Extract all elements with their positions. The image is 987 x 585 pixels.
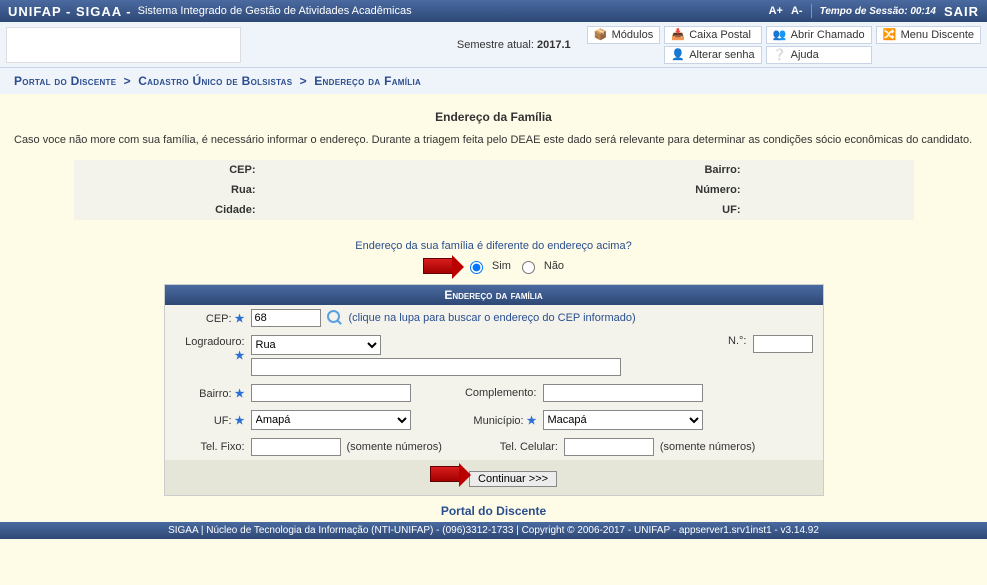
bairro-input[interactable] xyxy=(251,384,411,402)
tel-fixo-input[interactable] xyxy=(251,438,341,456)
ticket-icon: 👥 xyxy=(773,28,787,42)
modules-icon: 📦 xyxy=(594,28,608,42)
rua-value xyxy=(264,180,429,200)
footer: SIGAA | Núcleo de Tecnologia da Informaç… xyxy=(0,522,987,539)
form-numero-label: N.°: xyxy=(728,335,746,347)
form-logradouro-label: Logradouro:★ xyxy=(175,335,245,363)
portal-discente-link[interactable]: Portal do Discente xyxy=(441,504,546,518)
menu-discente-link[interactable]: 🔀 Menu Discente xyxy=(876,26,981,44)
content: Endereço da Família Caso voce não more c… xyxy=(0,94,987,518)
form-uf-label: UF: ★ xyxy=(175,414,245,427)
modulos-link[interactable]: 📦 Módulos xyxy=(587,26,661,44)
cep-hint: (clique na lupa para buscar o endereço d… xyxy=(349,312,636,324)
form-telcel-label: Tel. Celular: xyxy=(468,441,558,453)
top-links: 📦 Módulos 📥 Caixa Postal 👥 Abrir Chamado… xyxy=(587,26,981,64)
caixa-postal-link[interactable]: 📥 Caixa Postal xyxy=(664,26,761,44)
current-address-table: CEP: Bairro: Rua: Número: Cidade: UF: xyxy=(74,160,914,220)
top-bar: UNIFAP - SIGAA - Sistema Integrado de Ge… xyxy=(0,0,987,22)
form-municipio-label: Município: ★ xyxy=(447,414,537,427)
uf-select[interactable]: Amapá xyxy=(251,410,411,430)
cep-label: CEP: xyxy=(74,160,264,180)
session-time: 00:14 xyxy=(910,6,936,17)
radio-sim[interactable] xyxy=(470,261,483,274)
tel-cel-input[interactable] xyxy=(564,438,654,456)
font-increase-button[interactable]: A+ xyxy=(769,5,783,17)
radio-nao-label: Não xyxy=(544,260,564,272)
section-note: Caso voce não more com sua família, é ne… xyxy=(14,134,973,146)
radio-nao[interactable] xyxy=(522,261,535,274)
semester-value: 2017.1 xyxy=(537,39,571,51)
table-row: CEP: Bairro: xyxy=(74,160,914,180)
font-decrease-button[interactable]: A- xyxy=(791,5,803,17)
complemento-input[interactable] xyxy=(543,384,703,402)
breadcrumb-endereco: Endereço da Família xyxy=(314,74,421,88)
cidade-label: Cidade: xyxy=(74,200,264,220)
system-desc: Sistema Integrado de Gestão de Atividade… xyxy=(138,5,412,17)
alterar-senha-link[interactable]: 👤 Alterar senha xyxy=(664,46,761,64)
session-label: Tempo de Sessão: 00:14 xyxy=(820,6,936,17)
cep-value xyxy=(264,160,429,180)
address-question: Endereço da sua família é diferente do e… xyxy=(14,240,973,274)
uf-label: UF: xyxy=(429,200,749,220)
separator xyxy=(811,4,812,18)
breadcrumb: Portal do Discente > Cadastro Único de B… xyxy=(0,68,987,94)
arrow-icon xyxy=(430,466,460,482)
user-box xyxy=(6,27,241,63)
sub-bar: Semestre atual: 2017.1 📦 Módulos 📥 Caixa… xyxy=(0,22,987,68)
municipio-select[interactable]: Macapá xyxy=(543,410,703,430)
system-abbr: UNIFAP - SIGAA - xyxy=(8,4,132,19)
ajuda-link[interactable]: ❔ Ajuda xyxy=(766,46,872,64)
numero-input[interactable] xyxy=(753,335,813,353)
continue-row: Continuar >>> xyxy=(165,460,823,495)
rua-label: Rua: xyxy=(74,180,264,200)
breadcrumb-cadastro[interactable]: Cadastro Único de Bolsistas xyxy=(138,74,292,88)
abrir-chamado-link[interactable]: 👥 Abrir Chamado xyxy=(766,26,872,44)
uf-value xyxy=(749,200,914,220)
section-title: Endereço da Família xyxy=(14,110,973,124)
cidade-value xyxy=(264,200,429,220)
cep-input[interactable] xyxy=(251,309,321,327)
mailbox-icon: 📥 xyxy=(671,28,685,42)
form-telfixo-label: Tel. Fixo: xyxy=(175,441,245,453)
bairro-value xyxy=(749,160,914,180)
logradouro-tipo-select[interactable]: Rua xyxy=(251,335,381,355)
portal-link-row: Portal do Discente xyxy=(14,504,973,518)
question-text: Endereço da sua família é diferente do e… xyxy=(14,240,973,252)
family-address-form: Endereço da família CEP: ★ (clique na lu… xyxy=(164,284,824,496)
form-bairro-label: Bairro: ★ xyxy=(175,387,245,400)
menu-icon: 🔀 xyxy=(883,28,897,42)
password-icon: 👤 xyxy=(671,48,685,62)
semester-info: Semestre atual: 2017.1 xyxy=(457,39,571,51)
numero-label: Número: xyxy=(429,180,749,200)
logradouro-input[interactable] xyxy=(251,358,621,376)
radio-sim-label: Sim xyxy=(492,260,511,272)
logout-button[interactable]: SAIR xyxy=(944,4,979,19)
tel-fixo-hint: (somente números) xyxy=(347,441,442,453)
breadcrumb-portal[interactable]: Portal do Discente xyxy=(14,74,116,88)
table-row: Rua: Número: xyxy=(74,180,914,200)
bairro-label: Bairro: xyxy=(429,160,749,180)
form-cep-label: CEP: ★ xyxy=(175,312,245,325)
arrow-icon xyxy=(423,258,453,274)
table-row: Cidade: UF: xyxy=(74,200,914,220)
help-icon: ❔ xyxy=(773,48,787,62)
search-icon[interactable] xyxy=(327,310,343,326)
numero-value xyxy=(749,180,914,200)
tel-cel-hint: (somente números) xyxy=(660,441,755,453)
form-complemento-label: Complemento: xyxy=(447,387,537,399)
panel-title: Endereço da família xyxy=(165,285,823,305)
continuar-button[interactable]: Continuar >>> xyxy=(469,471,557,487)
